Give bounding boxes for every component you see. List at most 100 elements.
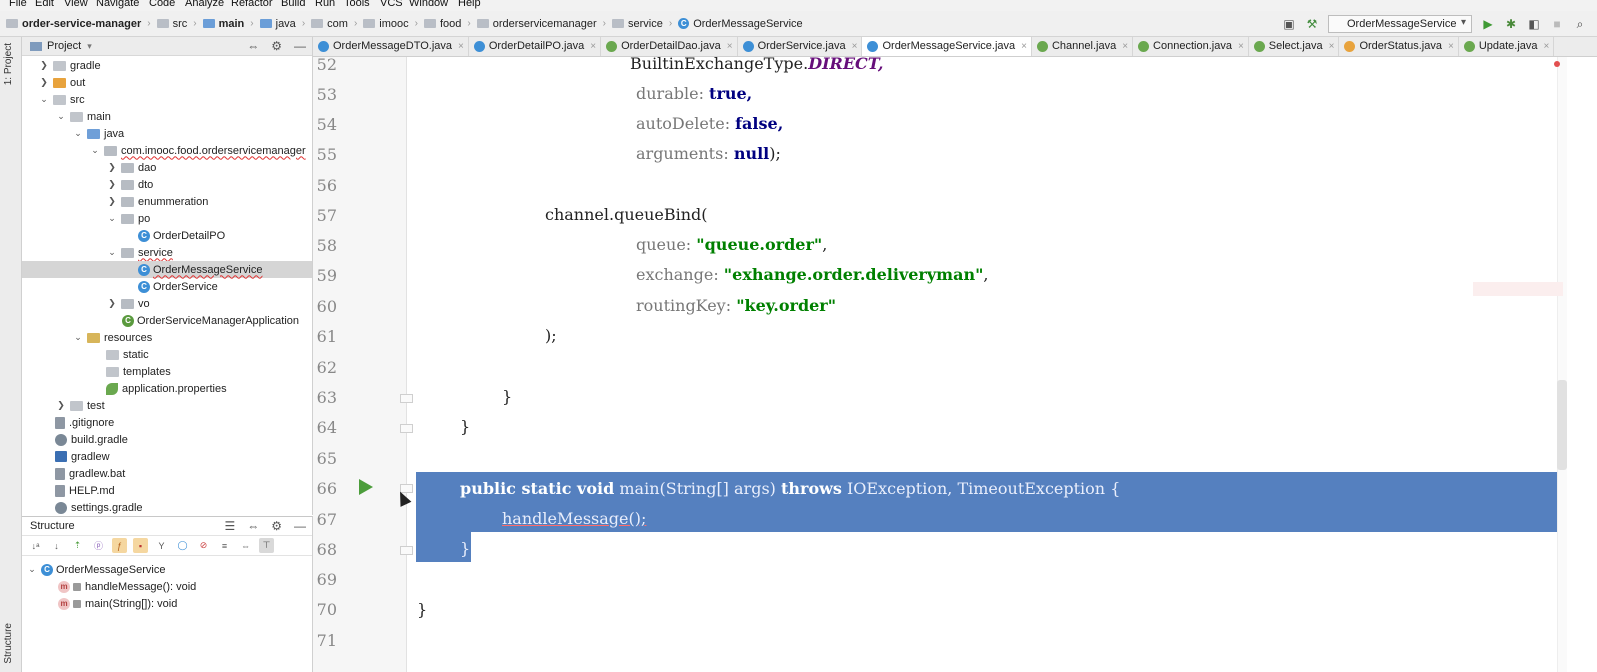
tree-item-static[interactable]: static	[22, 346, 312, 363]
menu-view[interactable]: View	[64, 0, 88, 9]
close-icon[interactable]: ×	[1122, 41, 1128, 52]
tree-item-src[interactable]: ⌄ src	[22, 91, 312, 108]
gear-icon[interactable]: ⚙	[271, 519, 282, 533]
chevron-right-icon[interactable]: ❯	[106, 179, 118, 190]
show-non-public-icon[interactable]: ▪	[133, 538, 148, 553]
tree-item-package-root[interactable]: ⌄ com.imooc.food.orderservicemanager	[22, 142, 312, 159]
chevron-right-icon[interactable]: ❯	[38, 60, 50, 71]
close-icon[interactable]: ×	[1448, 41, 1454, 52]
chevron-down-icon[interactable]: ▾	[87, 41, 92, 52]
show-lambdas-icon[interactable]: Y	[154, 538, 169, 553]
expand-all-icon[interactable]: ☰	[224, 519, 235, 533]
structure-item-handlemessage[interactable]: m handleMessage(): void	[22, 578, 312, 595]
menu-navigate[interactable]: Navigate	[96, 0, 139, 9]
close-icon[interactable]: ×	[590, 41, 596, 52]
close-icon[interactable]: ×	[852, 41, 858, 52]
menu-edit[interactable]: Edit	[35, 0, 54, 9]
tab-orderdetailpo[interactable]: OrderDetailPO.java ×	[469, 37, 602, 56]
breadcrumb-imooc[interactable]: imooc	[363, 18, 409, 30]
collapse-all-icon[interactable]: ⇔	[238, 538, 253, 553]
run-icon[interactable]: ▶	[1481, 17, 1495, 31]
menu-build[interactable]: Build	[281, 0, 305, 9]
tab-connection[interactable]: Connection.java ×	[1133, 37, 1249, 56]
show-inherited-icon[interactable]: ⇡	[70, 538, 85, 553]
structure-item-main[interactable]: m main(String[]): void	[22, 595, 312, 612]
chevron-right-icon[interactable]: ❯	[106, 196, 118, 207]
tree-item-ordermessageservice[interactable]: C OrderMessageService	[22, 261, 312, 278]
tab-update[interactable]: Update.java ×	[1459, 37, 1555, 56]
tree-item-orderdetailpo[interactable]: C OrderDetailPO	[22, 227, 312, 244]
code-editor[interactable]	[407, 57, 1597, 672]
tree-item-application[interactable]: C OrderServiceManagerApplication	[22, 312, 312, 329]
project-tool-button[interactable]: 1: Project	[3, 43, 14, 85]
tree-item-gradlew-bat[interactable]: gradlew.bat	[22, 465, 312, 482]
chevron-down-icon[interactable]: ⌄	[106, 213, 118, 224]
close-icon[interactable]: ×	[727, 41, 733, 52]
breadcrumb-orderservicemanager[interactable]: orderservicemanager	[476, 18, 597, 30]
build-hammer-icon[interactable]: ⚒	[1305, 17, 1319, 31]
tree-item-templates[interactable]: templates	[22, 363, 312, 380]
chevron-down-icon[interactable]: ⌄	[106, 247, 118, 258]
tab-ordermessagedto[interactable]: OrderMessageDTO.java ×	[313, 37, 469, 56]
chevron-down-icon[interactable]: ⌄	[26, 564, 38, 575]
tree-item-enummeration[interactable]: ❯ enummeration	[22, 193, 312, 210]
tab-channel[interactable]: Channel.java ×	[1032, 37, 1134, 56]
menu-window[interactable]: Window	[409, 0, 448, 9]
project-panel-title[interactable]: Project	[47, 40, 81, 52]
tree-item-gradle[interactable]: ❯ gradle	[22, 57, 312, 74]
debug-icon[interactable]: ✱	[1504, 17, 1518, 31]
editor-scrollbar-thumb[interactable]	[1557, 380, 1567, 470]
tree-item-settings-gradle[interactable]: settings.gradle	[22, 499, 312, 515]
menu-tools[interactable]: Tools	[344, 0, 370, 9]
menu-refactor[interactable]: Refactor	[231, 0, 273, 9]
breadcrumb-class[interactable]: C OrderMessageService	[678, 18, 803, 30]
menu-analyze[interactable]: Analyze	[185, 0, 224, 9]
fold-marker-icon[interactable]	[400, 424, 413, 433]
coverage-icon[interactable]: ◧	[1527, 17, 1541, 31]
fold-marker-icon[interactable]	[400, 394, 413, 403]
tree-item-resources[interactable]: ⌄ resources	[22, 329, 312, 346]
chevron-right-icon[interactable]: ❯	[106, 298, 118, 309]
gear-icon[interactable]: ⚙	[271, 39, 282, 53]
chevron-down-icon[interactable]: ⌄	[89, 145, 101, 156]
tree-item-dto[interactable]: ❯ dto	[22, 176, 312, 193]
sort-alpha-icon[interactable]: ↓ᵃ	[28, 538, 43, 553]
expand-all-icon[interactable]: ≡	[217, 538, 232, 553]
stop-icon[interactable]: ■	[1550, 17, 1564, 31]
breadcrumb-com[interactable]: com	[311, 18, 348, 30]
tree-item-orderservice[interactable]: C OrderService	[22, 278, 312, 295]
tree-item-java[interactable]: ⌄ java	[22, 125, 312, 142]
tree-item-out[interactable]: ❯ out	[22, 74, 312, 91]
structure-panel-title[interactable]: Structure	[30, 520, 75, 532]
close-icon[interactable]: ×	[1238, 41, 1244, 52]
tree-item-po[interactable]: ⌄ po	[22, 210, 312, 227]
tree-item-gradlew[interactable]: gradlew	[22, 448, 312, 465]
close-icon[interactable]: ×	[458, 41, 464, 52]
run-config-icon[interactable]: ▣	[1282, 17, 1296, 31]
breadcrumb-service[interactable]: service	[612, 18, 663, 30]
fold-marker-icon[interactable]	[400, 546, 413, 555]
error-indicator-icon[interactable]	[1554, 61, 1560, 67]
autoscroll-icon[interactable]: ⊤	[259, 538, 274, 553]
minimize-icon[interactable]: —	[294, 519, 306, 533]
menu-vcs[interactable]: VCS	[380, 0, 403, 9]
show-fields-icon[interactable]: ƒ	[112, 538, 127, 553]
menu-file[interactable]: File	[9, 0, 27, 9]
structure-item-class[interactable]: ⌄ C OrderMessageService	[22, 561, 312, 578]
tree-item-main[interactable]: ⌄ main	[22, 108, 312, 125]
tree-item-test[interactable]: ❯ test	[22, 397, 312, 414]
chevron-down-icon[interactable]: ⌄	[38, 94, 50, 105]
close-icon[interactable]: ×	[1544, 41, 1550, 52]
show-abstract-icon[interactable]: ⊘	[196, 538, 211, 553]
structure-tool-button[interactable]: Structure	[3, 623, 14, 664]
tree-item-help-md[interactable]: HELP.md	[22, 482, 312, 499]
chevron-down-icon[interactable]: ⌄	[55, 111, 67, 122]
collapse-all-icon[interactable]: ⇔	[247, 39, 259, 53]
minimize-icon[interactable]: —	[294, 39, 306, 53]
sort-visibility-icon[interactable]: ↓	[49, 538, 64, 553]
tree-item-vo[interactable]: ❯ vo	[22, 295, 312, 312]
search-icon[interactable]: ⌕	[1573, 17, 1587, 31]
chevron-down-icon[interactable]: ⌄	[72, 332, 84, 343]
show-properties-icon[interactable]: ⓟ	[91, 538, 106, 553]
chevron-down-icon[interactable]: ⌄	[72, 128, 84, 139]
